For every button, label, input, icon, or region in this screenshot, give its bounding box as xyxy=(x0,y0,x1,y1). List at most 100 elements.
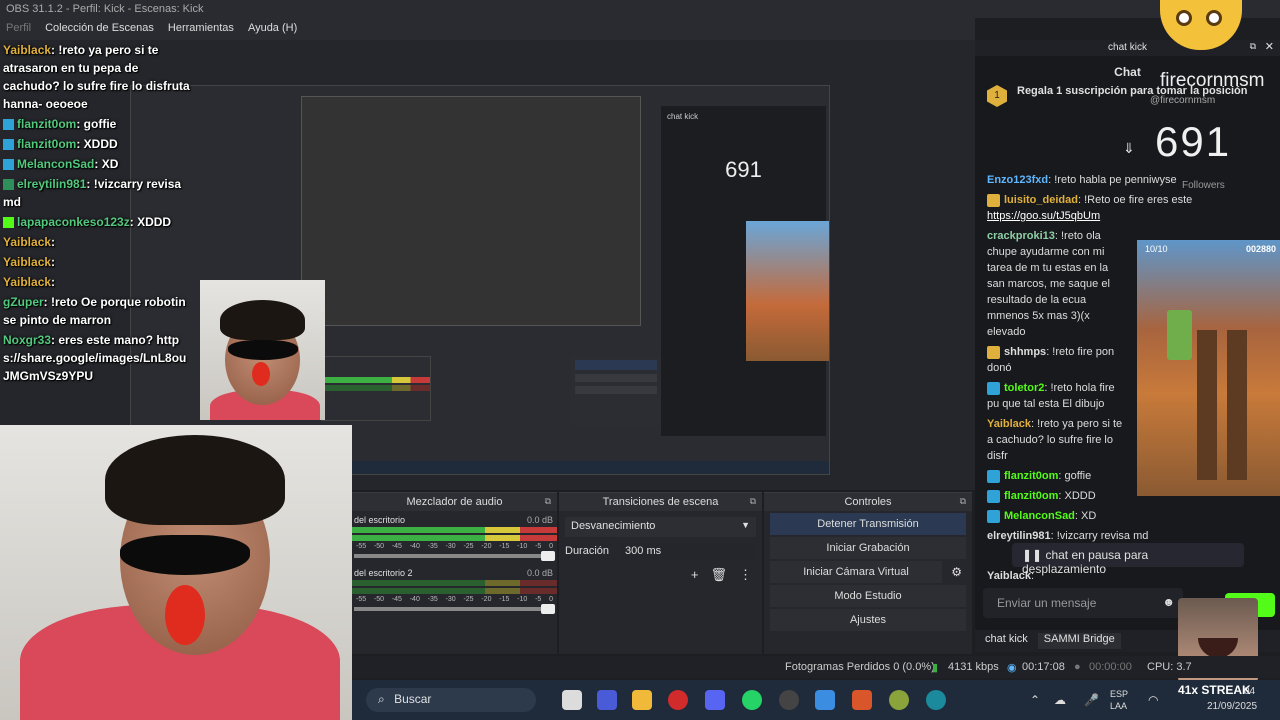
chat-message: luisito_deidad: !Reto oe fire eres este h… xyxy=(987,193,1193,222)
overlay-chat-line: flanzit0om: goffie xyxy=(0,114,195,134)
tab-sammi-bridge[interactable]: SAMMI Bridge xyxy=(1037,633,1121,649)
rec-icon: ● xyxy=(1074,661,1081,673)
nested-obs-window xyxy=(301,96,641,326)
transition-select[interactable]: Desvanecimiento ▼ xyxy=(565,517,756,537)
audio-mixer-title: Mezclador de audio ⧉ xyxy=(352,493,557,511)
chat-message: MelanconSad: XD xyxy=(975,506,1280,526)
chat-message: Enzo123fxd: !reto habla pe penniwyse xyxy=(987,174,1177,186)
trash-icon[interactable]: 🗑 xyxy=(710,567,727,583)
menu-bar: Perfil Colección de Escenas Herramientas… xyxy=(0,18,975,40)
menu-item-perfil[interactable]: Perfil xyxy=(6,22,31,36)
whatsapp-icon[interactable] xyxy=(742,690,762,710)
overlay-chat-line: Yaiblack: !reto ya pero si te atrasaron … xyxy=(3,43,190,111)
emoji-icon[interactable]: ☻ xyxy=(1162,595,1175,609)
overlay-chat: Yaiblack: !reto ya pero si te atrasaron … xyxy=(0,40,195,386)
window-title: OBS 31.1.2 - Perfil: Kick - Escenas: Kic… xyxy=(6,3,204,15)
gear-icon[interactable]: ⚙ xyxy=(951,565,962,579)
app-4-icon[interactable] xyxy=(852,690,872,710)
app-icon[interactable] xyxy=(889,690,909,710)
mixer-track-2: del escritorio 2 0.0 dB xyxy=(352,562,557,578)
nested-game xyxy=(746,221,829,361)
overlay-handle: @firecornmsm xyxy=(1150,95,1216,106)
language-indicator[interactable]: ESP LAA xyxy=(1110,688,1128,712)
file-manager-icon[interactable] xyxy=(562,690,582,710)
discord-icon[interactable] xyxy=(705,690,725,710)
taskbar-search[interactable]: ⌕ Buscar xyxy=(366,688,536,712)
popout-icon[interactable]: ⧉ xyxy=(960,496,966,507)
volume-slider[interactable] xyxy=(354,551,555,561)
mic-icon[interactable]: 🎤 xyxy=(1084,693,1099,707)
nested-chat-title: chat kick xyxy=(667,112,699,121)
clock-date: 21/09/2025 xyxy=(1207,701,1258,712)
chat-panel: chat kick ⧉ ✕ Chat 1 Regala 1 suscripció… xyxy=(975,40,1280,652)
chat-link[interactable]: https://goo.su/tJ5qbUm xyxy=(987,210,1100,222)
copilot-icon[interactable] xyxy=(815,690,835,710)
transitions-dock: Transiciones de escena ⧉ Desvanecimiento ▼… xyxy=(559,492,762,654)
duration-input[interactable]: 300 ms xyxy=(619,543,756,559)
more-icon[interactable]: ⋮ xyxy=(739,567,752,583)
volume-meter xyxy=(352,527,557,533)
cloud-icon[interactable]: ☁ xyxy=(1054,693,1068,707)
settings-button[interactable]: Ajustes xyxy=(770,609,966,631)
volume-slider[interactable] xyxy=(354,604,555,614)
frames-dropped: Fotogramas Perdidos 0 (0.0%) xyxy=(785,661,935,673)
obs-icon[interactable] xyxy=(779,690,799,710)
chat-message: toletor2: !reto hola fire pu que tal est… xyxy=(987,381,1115,410)
chat-paused-banner[interactable]: ❚❚ chat en pausa para desplazamiento xyxy=(1012,543,1244,576)
clock-time: 04 xyxy=(1244,686,1256,697)
add-icon[interactable]: + xyxy=(691,567,699,583)
duration-label: Duración xyxy=(565,545,610,557)
overlay-chat-line: Yaiblack: xyxy=(3,275,56,289)
studio-mode-button[interactable]: Modo Estudio xyxy=(770,585,966,607)
close-icon[interactable]: ✕ xyxy=(1265,40,1274,53)
menu-item-colecciones[interactable]: Colección de Escenas xyxy=(45,22,154,36)
track-name: del escritorio xyxy=(354,515,406,525)
window-titlebar: OBS 31.1.2 - Perfil: Kick - Escenas: Kic… xyxy=(0,0,1280,18)
popout-icon[interactable]: ⧉ xyxy=(1250,41,1256,52)
chat-input[interactable]: Enviar un mensaje ☻ xyxy=(983,588,1183,618)
virtual-camera-button[interactable]: Iniciar Cámara Virtual xyxy=(770,561,942,583)
folder-icon[interactable] xyxy=(632,690,652,710)
arrow-down-icon: ⇓ xyxy=(1123,140,1135,156)
chevron-up-icon[interactable]: ⌃ xyxy=(1030,693,1044,707)
gift-badge-icon: 1 xyxy=(987,85,1007,107)
app-icon[interactable] xyxy=(597,690,617,710)
overlay-chat-line: lapapaconkeso123z: XDDD xyxy=(0,212,195,232)
app-icon[interactable] xyxy=(926,690,946,710)
nested-mixer xyxy=(321,356,431,421)
audio-mixer-dock: Mezclador de audio ⧉ del escritorio 0.0 d… xyxy=(352,492,557,654)
nested-controls xyxy=(571,356,661,426)
stop-stream-button[interactable]: Detener Transmisión xyxy=(770,513,966,535)
search-icon: ⌕ xyxy=(378,692,385,706)
tab-chat-kick[interactable]: chat kick xyxy=(979,633,1034,649)
opera-icon[interactable] xyxy=(668,690,688,710)
volume-meter xyxy=(352,580,557,586)
controls-dock: Controles ⧉ Detener Transmisión Iniciar G… xyxy=(764,492,972,654)
chat-message: Yaiblack: !reto ya pero si te a cachudo?… xyxy=(987,418,1123,462)
volume-meter xyxy=(352,588,557,594)
chat-panel-titlebar: chat kick ⧉ ✕ xyxy=(975,40,1280,56)
webcam-main xyxy=(0,425,352,720)
overlay-chat-line: Noxgr33: eres este mano? https://share.g… xyxy=(3,333,187,383)
overlay-chat-line: Yaiblack: xyxy=(3,255,56,269)
overlay-chat-line: MelanconSad: XD xyxy=(0,154,195,174)
menu-item-herramientas[interactable]: Herramientas xyxy=(168,22,234,36)
game-score: 002880 xyxy=(1245,244,1276,254)
wifi-icon[interactable]: ◠ xyxy=(1148,693,1162,707)
start-recording-button[interactable]: Iniciar Grabación xyxy=(770,537,966,559)
transition-tools: + 🗑 ⋮ xyxy=(559,559,762,591)
status-bar: Fotogramas Perdidos 0 (0.0%) ▮ 4131 kbps… xyxy=(352,656,1280,678)
popout-icon[interactable]: ⧉ xyxy=(750,496,756,507)
track-level: 0.0 dB xyxy=(526,568,553,578)
game-overlay: 10/10 002880 xyxy=(1137,240,1280,496)
volume-meter xyxy=(352,535,557,541)
meter-scale: -55 -50 -45 -40 -35 -30 -25 -20 -15 -10 -5 0 xyxy=(356,543,553,550)
streak-label: 41x STREAK xyxy=(1178,683,1251,697)
stream-preview[interactable]: chat kick 691 Yaiblack: !reto ya pero si… xyxy=(0,40,975,720)
track-name: del escritorio 2 xyxy=(354,568,413,578)
duration-row: Duración 300 ms xyxy=(559,543,762,559)
popout-icon[interactable]: ⧉ xyxy=(545,496,551,507)
taskbar: ⌕ Buscar ⌃ ☁ 🎤 ESP LAA ◠ 41x STREAK 04 21… xyxy=(352,680,1280,720)
menu-item-ayuda[interactable]: Ayuda (H) xyxy=(248,22,297,36)
pause-icon: ❚❚ xyxy=(1022,548,1043,562)
